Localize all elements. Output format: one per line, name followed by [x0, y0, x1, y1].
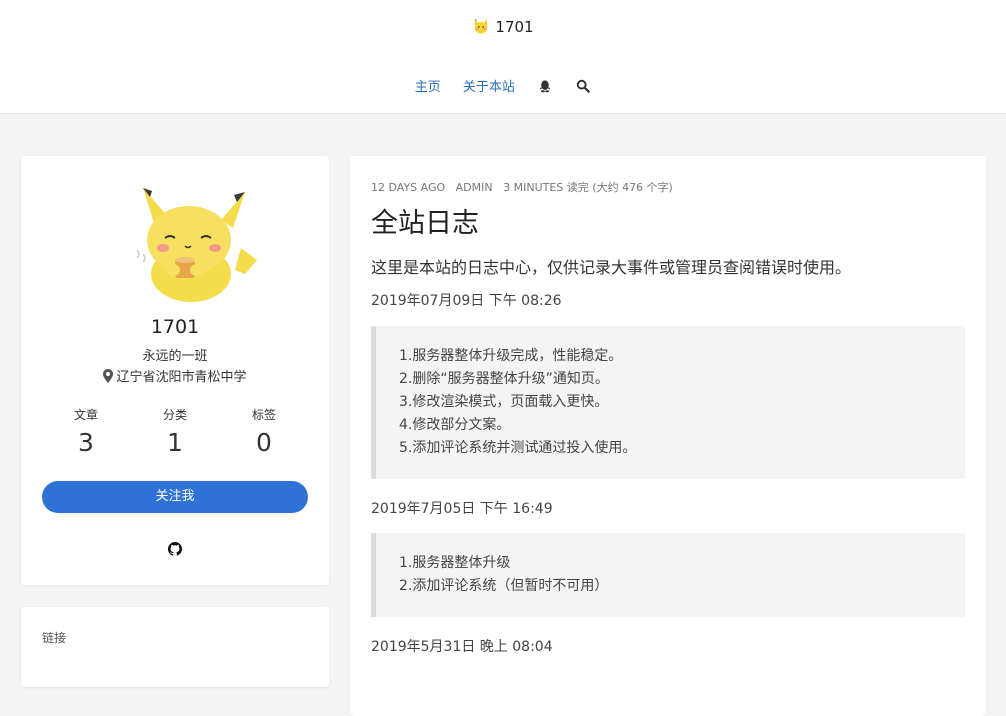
- post-read-time: 3 MINUTES 读完 (大约 476 个字): [503, 181, 673, 194]
- post-card: 12 DAYS AGO ADMIN 3 MINUTES 读完 (大约 476 个…: [350, 156, 986, 716]
- location-text: 辽宁省沈阳市青松中学: [116, 370, 247, 385]
- stat-label: 标签: [251, 408, 276, 422]
- stat-value: 1: [167, 428, 183, 457]
- site-brand[interactable]: 1701: [0, 17, 1006, 36]
- stat-tags[interactable]: 标签 0: [219, 406, 309, 457]
- nav-about[interactable]: 关于本站: [463, 80, 515, 95]
- stat-label: 分类: [162, 408, 187, 422]
- stat-value: 3: [78, 428, 94, 457]
- entry-line: 3.修改渲染模式，页面载入更快。: [399, 394, 609, 410]
- stat-categories[interactable]: 分类 1: [130, 406, 220, 457]
- post-title[interactable]: 全站日志: [371, 201, 479, 240]
- entry-line: 1.服务器整体升级完成，性能稳定。: [399, 348, 623, 364]
- links-title: 链接: [42, 631, 67, 645]
- entry-line: 5.添加评论系统并测试通过投入使用。: [399, 440, 637, 456]
- profile-name: 1701: [150, 316, 200, 338]
- entry-line: 2.添加评论系统（但暂时不可用）: [399, 578, 609, 594]
- entry-blockquote: 1.服务器整体升级完成，性能稳定。 2.删除“服务器整体升级”通知页。 3.修改…: [371, 326, 965, 479]
- pikachu-icon: [475, 18, 488, 34]
- stat-value: 0: [256, 428, 272, 457]
- post-author[interactable]: ADMIN: [456, 181, 493, 194]
- stat-label: 文章: [73, 408, 98, 422]
- post-intro: 这里是本站的日志中心，仅供记录大事件或管理员查阅错误时使用。: [371, 258, 852, 277]
- stat-posts[interactable]: 文章 3: [41, 406, 131, 457]
- search-icon[interactable]: [576, 79, 591, 93]
- main-nav: 主页 关于本站: [0, 76, 1006, 95]
- post-meta: 12 DAYS AGO ADMIN 3 MINUTES 读完 (大约 476 个…: [371, 179, 680, 195]
- profile-card: 1701 永远的一班 辽宁省沈阳市青松中学 文章 3 分类 1 标签 0 关注我: [21, 156, 329, 585]
- site-title: 1701: [495, 18, 534, 36]
- profile-bio: 永远的一班: [142, 349, 208, 364]
- post-date-ago: 12 DAYS AGO: [371, 181, 446, 194]
- follow-button[interactable]: 关注我: [42, 481, 308, 513]
- entry-line: 1.服务器整体升级: [399, 555, 511, 571]
- qq-icon[interactable]: [538, 79, 552, 93]
- site-header: 1701 主页 关于本站: [0, 0, 1006, 114]
- entry-date: 2019年5月31日 晚上 08:04: [371, 639, 553, 655]
- pikachu-avatar: [129, 178, 261, 306]
- map-pin-icon: [103, 369, 114, 383]
- entry-blockquote: 1.服务器整体升级 2.添加评论系统（但暂时不可用）: [371, 533, 965, 617]
- entry-date: 2019年7月05日 下午 16:49: [371, 501, 553, 517]
- entry-line: 4.修改部分文案。: [399, 417, 511, 433]
- profile-location: 辽宁省沈阳市青松中学: [21, 366, 329, 385]
- entry-line: 2.删除“服务器整体升级”通知页。: [399, 371, 609, 387]
- github-icon[interactable]: [168, 542, 182, 556]
- entry-date: 2019年07月09日 下午 08:26: [371, 293, 562, 309]
- nav-home[interactable]: 主页: [415, 80, 441, 95]
- links-card: 链接: [21, 607, 329, 687]
